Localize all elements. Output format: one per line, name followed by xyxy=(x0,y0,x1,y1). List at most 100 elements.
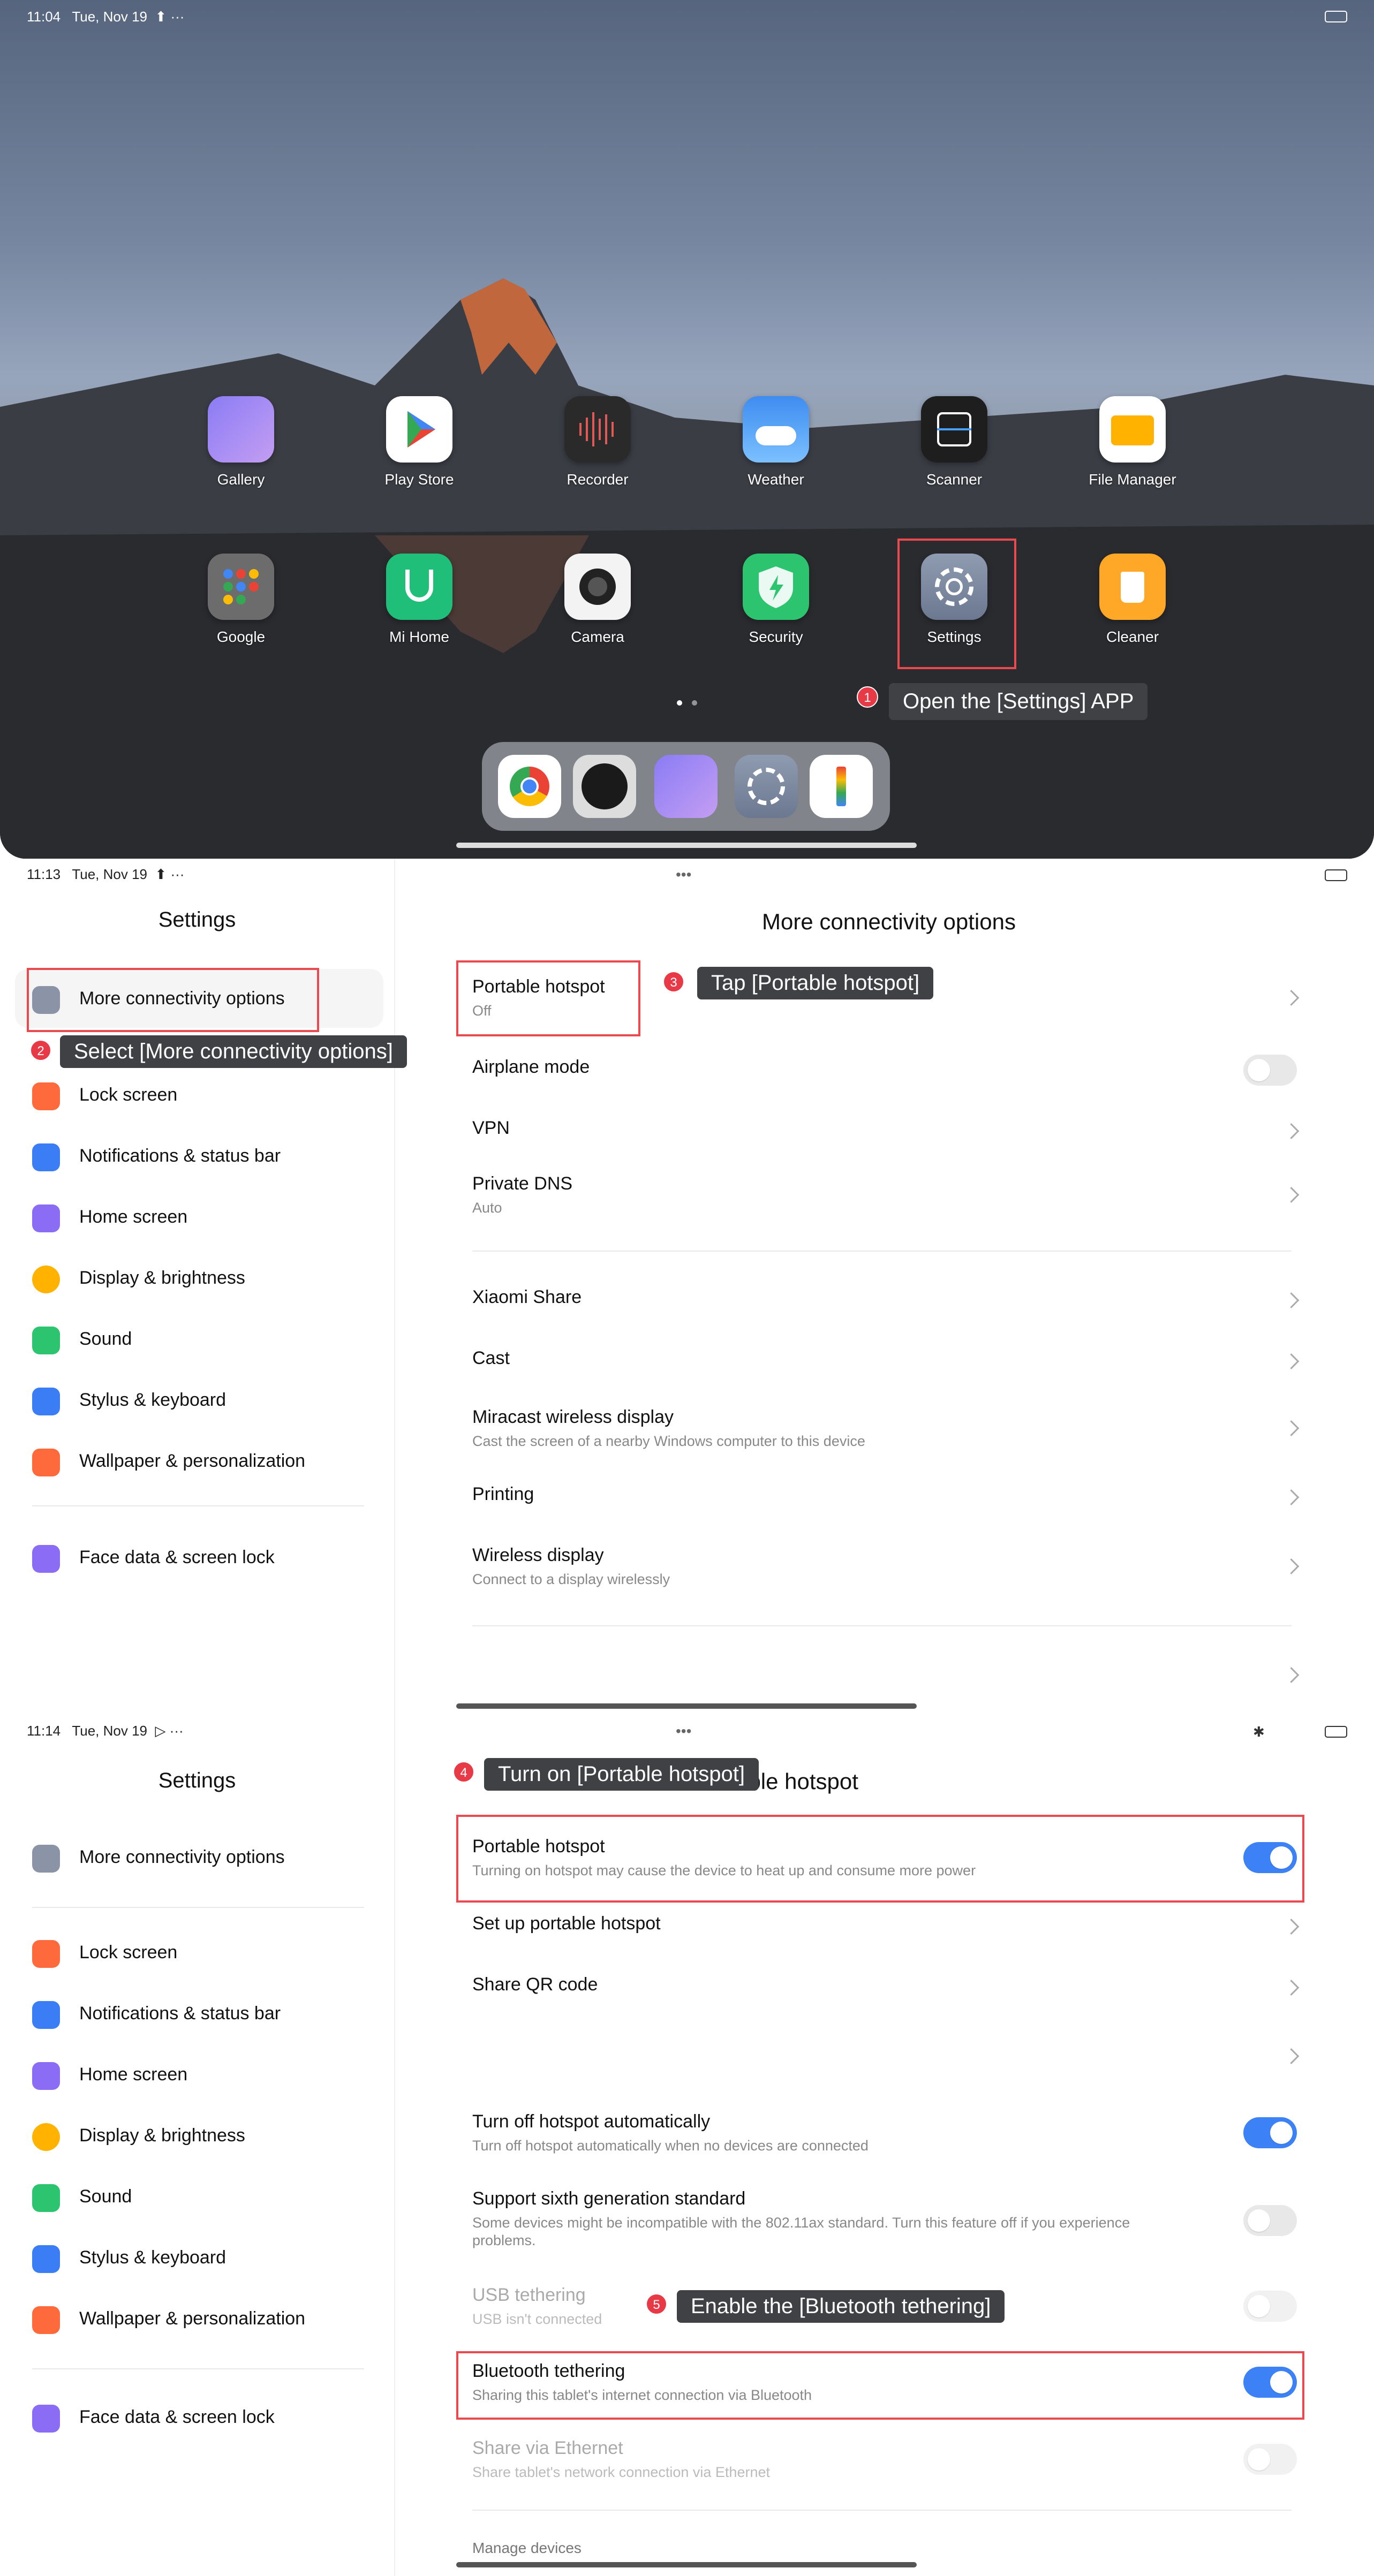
row-vpn[interactable]: VPN xyxy=(472,1118,1300,1145)
battery-icon xyxy=(1325,1726,1347,1738)
notification-icon xyxy=(32,1143,60,1171)
row-auto-off[interactable]: Turn off hotspot automatically Turn off … xyxy=(472,2111,1297,2154)
step-tip-5: Enable the [Bluetooth tethering] xyxy=(677,2290,1005,2323)
sidebar-item-face-data[interactable]: Face data & screen lock xyxy=(28,2391,381,2444)
highlight-settings-app xyxy=(897,539,1016,669)
chevron-right-icon xyxy=(1283,1667,1300,1683)
sidebar-item-home-screen[interactable]: Home screen xyxy=(28,1191,381,1244)
highlight-portable-hotspot xyxy=(456,960,640,1036)
ethernet-toggle xyxy=(1243,2444,1297,2475)
app-cleaner[interactable]: Cleaner xyxy=(1079,554,1186,646)
speaker-icon xyxy=(32,1327,60,1354)
step-tip-1: Open the [Settings] APP xyxy=(889,683,1148,720)
airplane-mode-toggle[interactable] xyxy=(1243,1055,1297,1086)
wifi6-toggle[interactable] xyxy=(1243,2205,1297,2236)
keyboard-icon xyxy=(32,1388,60,1415)
multitask-dots-icon[interactable]: ••• xyxy=(676,1723,691,1740)
page-indicator-dot-active xyxy=(677,700,682,706)
sidebar-item-home-screen[interactable]: Home screen xyxy=(28,2048,381,2102)
sidebar-divider xyxy=(32,1505,364,1506)
gesture-bar[interactable] xyxy=(456,2562,917,2567)
row-more[interactable] xyxy=(472,2043,1300,2070)
step-badge-4: 4 xyxy=(453,1761,474,1783)
sidebar-item-stylus-keyboard[interactable]: Stylus & keyboard xyxy=(28,2231,381,2285)
sidebar-item-more-connectivity[interactable]: More connectivity options xyxy=(28,1831,381,1884)
sidebar-item-notifications[interactable]: Notifications & status bar xyxy=(28,1987,381,2041)
app-google[interactable]: Google xyxy=(187,554,295,646)
sidebar-item-sound[interactable]: Sound xyxy=(28,1313,381,1366)
notification-icon xyxy=(32,2001,60,2029)
face-id-icon xyxy=(32,2405,60,2433)
status-date: Tue, Nov 19 xyxy=(72,9,148,25)
bluetooth-icon: ✱ xyxy=(1253,1724,1265,1740)
sidebar-item-lock-screen[interactable]: Lock screen xyxy=(28,1926,381,1980)
sidebar-item-wallpaper[interactable]: Wallpaper & personalization xyxy=(28,1435,381,1488)
row-private-dns[interactable]: Private DNS Auto xyxy=(472,1173,1300,1216)
step-badge-1: 1 xyxy=(857,686,878,708)
row-share-qr[interactable]: Share QR code xyxy=(472,1974,1300,2001)
mi-home-icon xyxy=(386,554,452,620)
step-badge-5: 5 xyxy=(646,2293,667,2315)
sidebar-item-notifications[interactable]: Notifications & status bar xyxy=(28,1130,381,1183)
status-bar: 11:04 Tue, Nov 19 ⬆ ··· xyxy=(27,9,185,25)
recorder-icon xyxy=(564,396,631,463)
row-manage-devices[interactable]: Manage devices xyxy=(472,2540,1297,2561)
step-badge-2: 2 xyxy=(30,1040,51,1061)
clock-icon[interactable] xyxy=(573,755,636,818)
folder-icon xyxy=(1099,396,1166,463)
sidebar-item-sound[interactable]: Sound xyxy=(28,2170,381,2224)
sidebar-title: Settings xyxy=(158,908,236,931)
google-one-icon[interactable] xyxy=(810,755,873,818)
row-cast[interactable]: Cast xyxy=(472,1348,1300,1375)
keyboard-icon xyxy=(32,2245,60,2273)
row-setup-hotspot[interactable]: Set up portable hotspot xyxy=(472,1913,1300,1940)
page-indicator-dot xyxy=(692,700,697,706)
cleaner-icon xyxy=(1099,554,1166,620)
sidebar-item-face-data[interactable]: Face data & screen lock xyxy=(28,1531,381,1585)
row-printing[interactable]: Printing xyxy=(472,1484,1300,1511)
app-recorder[interactable]: Recorder xyxy=(544,396,651,488)
app-file-manager[interactable]: File Manager xyxy=(1079,396,1186,488)
usb-tethering-toggle xyxy=(1243,2291,1297,2322)
highlight-bluetooth-tethering xyxy=(456,2351,1304,2420)
sidebar-item-lock-screen[interactable]: Lock screen xyxy=(28,1069,381,1122)
app-scanner[interactable]: Scanner xyxy=(901,396,1008,488)
row-airplane-mode[interactable]: Airplane mode xyxy=(472,1055,1297,1086)
row-xiaomi-share[interactable]: Xiaomi Share xyxy=(472,1287,1300,1314)
row-more[interactable] xyxy=(472,1662,1300,1688)
sidebar-item-display[interactable]: Display & brightness xyxy=(28,1252,381,1305)
step-tip-3: Tap [Portable hotspot] xyxy=(697,967,934,999)
sun-icon xyxy=(32,2123,60,2151)
auto-off-toggle[interactable] xyxy=(1243,2117,1297,2148)
settings-sidebar: Settings More connectivity options Lock … xyxy=(0,1715,395,2576)
step-tip-2: Select [More connectivity options] xyxy=(60,1035,407,1068)
app-camera[interactable]: Camera xyxy=(544,554,651,646)
settings-gear-icon[interactable] xyxy=(735,755,798,818)
app-mi-home[interactable]: Mi Home xyxy=(366,554,473,646)
row-miracast[interactable]: Miracast wireless display Cast the scree… xyxy=(472,1407,1300,1450)
sidebar-item-stylus-keyboard[interactable]: Stylus & keyboard xyxy=(28,1374,381,1427)
section-divider xyxy=(472,1625,1292,1626)
hotspot-panel: 11:14 Tue, Nov 19 ▷ ··· ••• ✱ Settings M… xyxy=(0,1715,1374,2576)
row-wireless-display[interactable]: Wireless display Connect to a display wi… xyxy=(472,1545,1300,1588)
gesture-bar[interactable] xyxy=(456,843,917,848)
section-divider xyxy=(472,1251,1292,1252)
step-tip-4: Turn on [Portable hotspot] xyxy=(484,1758,759,1791)
app-play-store[interactable]: Play Store xyxy=(366,396,473,488)
app-weather[interactable]: Weather xyxy=(722,396,829,488)
sidebar-item-wallpaper[interactable]: Wallpaper & personalization xyxy=(28,2292,381,2346)
sidebar-item-display[interactable]: Display & brightness xyxy=(28,2109,381,2163)
app-gallery[interactable]: Gallery xyxy=(187,396,295,488)
wallpaper-icon xyxy=(32,1449,60,1476)
multitask-dots-icon[interactable]: ••• xyxy=(676,866,691,883)
home-icon xyxy=(32,1204,60,1232)
google-folder-icon xyxy=(208,554,274,620)
chrome-icon[interactable] xyxy=(498,755,561,818)
gallery-icon[interactable] xyxy=(654,755,718,818)
row-wifi6[interactable]: Support sixth generation standard Some d… xyxy=(472,2188,1297,2253)
speaker-icon xyxy=(32,2184,60,2212)
row-share-ethernet: Share via Ethernet Share tablet's networ… xyxy=(472,2438,1297,2481)
gesture-bar[interactable] xyxy=(456,1703,917,1709)
app-security[interactable]: Security xyxy=(722,554,829,646)
chevron-right-icon xyxy=(1283,2048,1300,2064)
